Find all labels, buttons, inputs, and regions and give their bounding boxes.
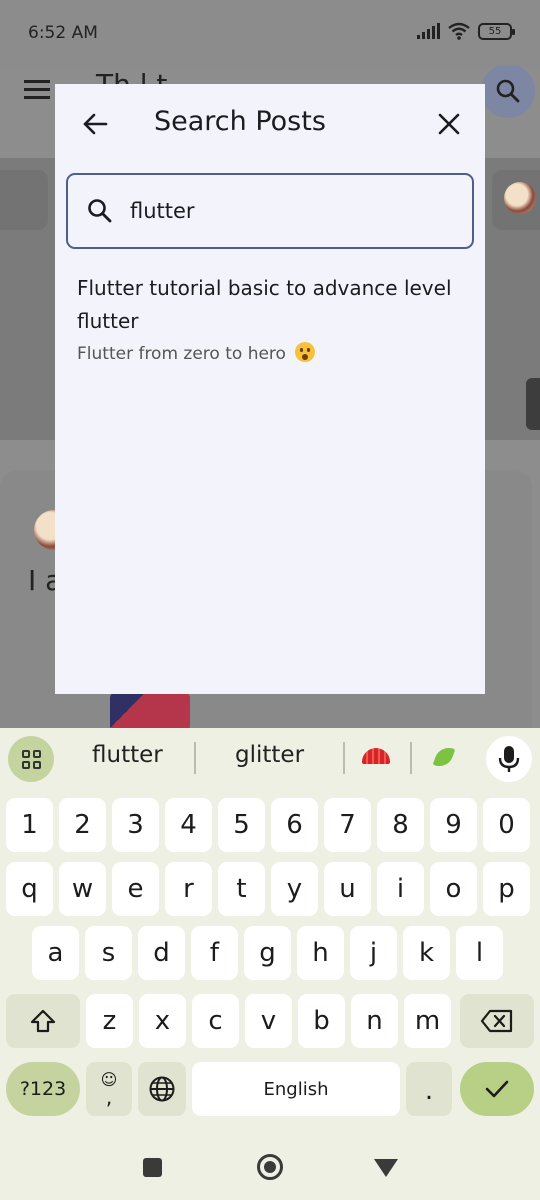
home-icon[interactable] (257, 1154, 283, 1180)
comma-label: , (105, 1085, 113, 1109)
key-d[interactable]: d (138, 926, 185, 980)
fan-emoji-icon[interactable] (362, 748, 390, 764)
key-9[interactable]: 9 (430, 798, 477, 852)
key-u[interactable]: u (324, 862, 371, 916)
key-v[interactable]: v (245, 994, 292, 1048)
key-c[interactable]: c (192, 994, 239, 1048)
avatar (504, 182, 536, 214)
key-j[interactable]: j (350, 926, 397, 980)
key-w[interactable]: w (59, 862, 106, 916)
check-icon (485, 1080, 509, 1098)
symbols-key[interactable]: ?123 (6, 1062, 80, 1116)
arrow-back-icon (83, 113, 108, 135)
battery-level: 55 (488, 25, 502, 37)
suggestion-2[interactable]: glitter (235, 742, 304, 768)
key-q[interactable]: q (6, 862, 53, 916)
key-f[interactable]: f (191, 926, 238, 980)
close-button[interactable] (431, 106, 467, 142)
key-5[interactable]: 5 (218, 798, 265, 852)
status-time: 6:52 AM (28, 23, 98, 43)
key-p[interactable]: p (483, 862, 530, 916)
key-0[interactable]: 0 (483, 798, 530, 852)
backspace-key[interactable] (460, 994, 534, 1048)
divider (194, 742, 196, 774)
key-e[interactable]: e (112, 862, 159, 916)
key-h[interactable]: h (297, 926, 344, 980)
mic-button[interactable] (486, 736, 532, 782)
key-r[interactable]: r (165, 862, 212, 916)
menu-icon (24, 80, 50, 104)
globe-icon (149, 1076, 175, 1102)
search-icon (88, 199, 112, 223)
key-7[interactable]: 7 (324, 798, 371, 852)
background-image (110, 692, 190, 730)
dialog-header: Search Posts (55, 84, 485, 164)
key-n[interactable]: n (351, 994, 398, 1048)
wifi-icon (448, 22, 470, 40)
key-3[interactable]: 3 (112, 798, 159, 852)
result-title: Flutter tutorial basic to advance level … (77, 276, 452, 333)
suggestion-1[interactable]: flutter (92, 742, 163, 768)
key-s[interactable]: s (85, 926, 132, 980)
key-o[interactable]: o (430, 862, 477, 916)
key-z[interactable]: z (86, 994, 133, 1048)
key-i[interactable]: i (377, 862, 424, 916)
shift-key[interactable] (6, 994, 80, 1048)
microphone-icon (498, 746, 520, 772)
battery-icon: 55 (478, 22, 515, 40)
key-6[interactable]: 6 (271, 798, 318, 852)
background-handle (526, 378, 540, 430)
close-icon (438, 113, 460, 135)
soft-keyboard: flutter glitter 1234567890 qwertyuiop as… (0, 728, 540, 1200)
back-button[interactable] (77, 106, 113, 142)
key-2[interactable]: 2 (59, 798, 106, 852)
key-4[interactable]: 4 (165, 798, 212, 852)
grid-icon (21, 749, 41, 769)
navigation-bar (0, 1138, 540, 1200)
key-y[interactable]: y (271, 862, 318, 916)
search-icon (496, 79, 520, 103)
comma-key[interactable]: ☺ , (86, 1062, 132, 1116)
space-key[interactable]: English (192, 1062, 400, 1116)
suggestion-bar: flutter glitter (0, 728, 540, 790)
language-key[interactable] (138, 1062, 186, 1116)
keyboard-apps-button[interactable] (8, 736, 54, 782)
recent-apps-icon[interactable] (143, 1158, 162, 1177)
backspace-icon (480, 1009, 513, 1033)
background-chip (0, 170, 48, 230)
key-m[interactable]: m (404, 994, 451, 1048)
search-dialog: Search Posts Flutter tutorial basic to a… (55, 84, 485, 694)
divider (410, 742, 412, 774)
signal-icon (417, 23, 440, 39)
leaf-emoji-icon[interactable] (432, 743, 456, 771)
divider (343, 742, 345, 774)
result-subtitle: Flutter from zero to hero (77, 340, 457, 368)
key-x[interactable]: x (139, 994, 186, 1048)
key-b[interactable]: b (298, 994, 345, 1048)
key-a[interactable]: a (32, 926, 79, 980)
key-k[interactable]: k (403, 926, 450, 980)
key-t[interactable]: t (218, 862, 265, 916)
key-8[interactable]: 8 (377, 798, 424, 852)
status-icons: 55 (417, 22, 515, 40)
key-l[interactable]: l (456, 926, 503, 980)
search-field[interactable] (66, 173, 474, 249)
dialog-title: Search Posts (154, 106, 326, 137)
background-search-button (481, 66, 535, 118)
key-g[interactable]: g (244, 926, 291, 980)
enter-key[interactable] (460, 1062, 534, 1116)
back-triangle-icon[interactable] (374, 1159, 398, 1177)
astonished-face-icon (295, 342, 316, 362)
status-bar: 6:52 AM 55 (0, 0, 540, 66)
period-key[interactable]: . (406, 1062, 452, 1116)
key-1[interactable]: 1 (6, 798, 53, 852)
search-result-item[interactable]: Flutter tutorial basic to advance level … (77, 272, 457, 368)
shift-icon (30, 1009, 56, 1033)
search-input[interactable] (130, 193, 450, 229)
